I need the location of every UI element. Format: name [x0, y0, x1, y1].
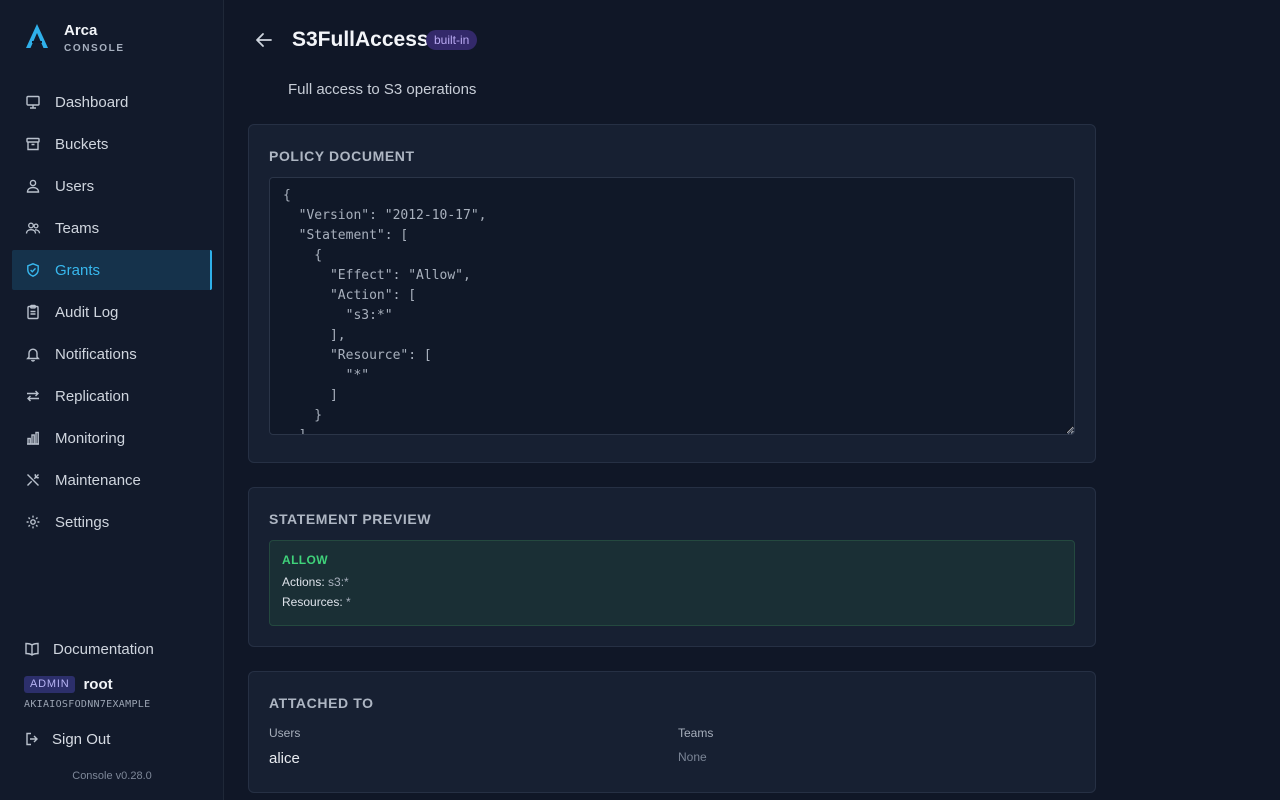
- sidebar-item-label: Grants: [55, 261, 101, 279]
- sidebar-item-label: Maintenance: [55, 471, 141, 489]
- role-badge: ADMIN: [24, 676, 76, 693]
- resources-value: *: [346, 595, 351, 609]
- sidebar-item-label: Notifications: [55, 345, 137, 363]
- book-icon: [24, 641, 40, 657]
- sign-out-button[interactable]: Sign Out: [24, 729, 110, 749]
- sidebar-item-label: Buckets: [55, 135, 109, 153]
- policy-document-editor[interactable]: { "Version": "2012-10-17", "Statement": …: [269, 177, 1075, 435]
- actions-label: Actions:: [282, 575, 325, 589]
- current-user: ADMIN root AKIAIOSFODNN7EXAMPLE: [24, 676, 150, 710]
- users-icon: [25, 220, 41, 236]
- statement-item: ALLOW Actions: s3:* Resources: *: [269, 540, 1075, 626]
- policy-document-card: Policy Document { "Version": "2012-10-17…: [248, 124, 1096, 463]
- attached-users: Users alice: [269, 726, 300, 767]
- sidebar-item-settings[interactable]: Settings: [12, 502, 212, 542]
- gear-icon: [25, 514, 41, 530]
- attached-user-link[interactable]: alice: [269, 750, 300, 767]
- sidebar-item-buckets[interactable]: Buckets: [12, 124, 212, 164]
- teams-empty: None: [678, 750, 707, 764]
- sidebar-item-users[interactable]: Users: [12, 166, 212, 206]
- brand[interactable]: Arca CONSOLE: [24, 22, 125, 54]
- sidebar-item-label: Monitoring: [55, 429, 126, 447]
- access-key: AKIAIOSFODNN7EXAMPLE: [24, 699, 151, 710]
- statement-actions: Actions: s3:*: [282, 575, 1062, 589]
- archive-icon: [25, 136, 41, 152]
- builtin-badge: built-in: [426, 30, 478, 50]
- bell-icon: [25, 346, 41, 362]
- version-label: Console v0.28.0: [72, 770, 152, 782]
- sidebar-nav: Dashboard Buckets Users Teams Grants Aud…: [12, 82, 212, 544]
- bar-chart-icon: [25, 430, 41, 446]
- sidebar-item-label: Dashboard: [55, 93, 129, 111]
- brand-subtitle: CONSOLE: [64, 43, 125, 54]
- back-button[interactable]: [252, 28, 276, 52]
- sidebar-item-label: Replication: [55, 387, 130, 405]
- arrow-left-icon: [256, 33, 272, 47]
- sidebar-item-audit-log[interactable]: Audit Log: [12, 292, 212, 332]
- sidebar-item-label: Users: [55, 177, 95, 195]
- teams-label: Teams: [678, 726, 714, 740]
- brand-name: Arca: [64, 22, 98, 39]
- sidebar: Arca CONSOLE Dashboard Buckets Users Tea…: [0, 0, 224, 800]
- sign-out-icon: [24, 731, 40, 747]
- user-icon: [25, 178, 41, 194]
- documentation-link[interactable]: Documentation: [24, 638, 154, 660]
- sidebar-item-label: Audit Log: [55, 303, 119, 321]
- attached-teams: Teams None: [678, 726, 713, 764]
- sign-out-label: Sign Out: [52, 730, 111, 748]
- arrows-icon: [25, 388, 41, 404]
- attached-to-title: Attached To: [269, 695, 374, 711]
- clipboard-icon: [25, 304, 41, 320]
- tools-icon: [25, 472, 41, 488]
- statement-preview-card: Statement Preview ALLOW Actions: s3:* Re…: [248, 487, 1096, 647]
- statement-effect: ALLOW: [282, 553, 328, 567]
- statement-resources: Resources: *: [282, 595, 1062, 609]
- arca-logo-icon: [26, 24, 48, 48]
- sidebar-item-monitoring[interactable]: Monitoring: [12, 418, 212, 458]
- page-title: S3FullAccess: [292, 28, 429, 51]
- resize-handle-icon[interactable]: [1067, 427, 1075, 435]
- monitor-icon: [25, 94, 41, 110]
- sidebar-item-label: Teams: [55, 219, 100, 237]
- sidebar-item-label: Settings: [55, 513, 110, 531]
- sidebar-item-grants[interactable]: Grants: [12, 250, 212, 290]
- attached-to-card: Attached To Users alice Teams None: [248, 671, 1096, 793]
- documentation-label: Documentation: [53, 640, 154, 658]
- shield-icon: [25, 262, 41, 278]
- sidebar-item-maintenance[interactable]: Maintenance: [12, 460, 212, 500]
- policy-document-title: Policy Document: [269, 148, 415, 164]
- policy-description: Full access to S3 operations: [288, 81, 477, 98]
- actions-value: s3:*: [328, 575, 349, 589]
- username: root: [83, 676, 113, 693]
- sidebar-item-teams[interactable]: Teams: [12, 208, 212, 248]
- sidebar-item-notifications[interactable]: Notifications: [12, 334, 212, 374]
- resources-label: Resources:: [282, 595, 343, 609]
- statement-preview-title: Statement Preview: [269, 511, 432, 527]
- sidebar-item-replication[interactable]: Replication: [12, 376, 212, 416]
- users-label: Users: [269, 726, 301, 740]
- sidebar-item-dashboard[interactable]: Dashboard: [12, 82, 212, 122]
